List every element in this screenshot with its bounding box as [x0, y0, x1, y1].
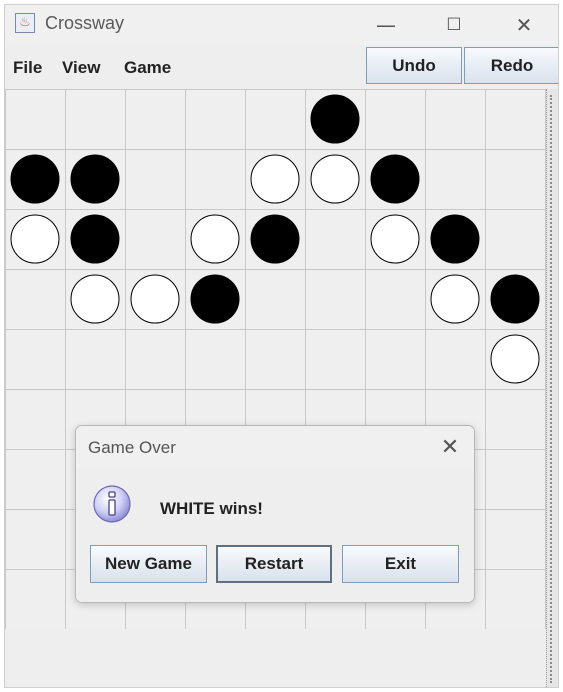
java-cup-icon: ♨	[15, 13, 35, 33]
black-stone	[310, 94, 360, 144]
black-stone	[430, 214, 480, 264]
black-stone	[70, 214, 120, 264]
title-bar[interactable]: ♨ Crossway — ☐ ✕	[5, 5, 558, 45]
white-stone	[250, 154, 300, 204]
window-title: Crossway	[45, 13, 125, 33]
menu-bar: File View Game Undo Redo	[5, 45, 558, 90]
white-stone	[10, 214, 60, 264]
black-stone	[70, 154, 120, 204]
dialog-message: WHITE wins!	[160, 499, 263, 518]
dialog-close-button[interactable]: ✕	[432, 432, 468, 464]
minimize-button[interactable]: —	[363, 7, 409, 43]
dialog-body: WHITE wins! New Game Restart Exit	[76, 470, 474, 602]
white-stone	[70, 274, 120, 324]
white-stone	[190, 214, 240, 264]
menu-file[interactable]: File	[13, 58, 42, 78]
black-stone	[190, 274, 240, 324]
white-stone	[370, 214, 420, 264]
new-game-button[interactable]: New Game	[90, 545, 207, 583]
menu-game[interactable]: Game	[124, 58, 171, 78]
white-stone	[490, 334, 540, 384]
white-stone	[310, 154, 360, 204]
undo-button[interactable]: Undo	[366, 47, 462, 84]
exit-button[interactable]: Exit	[342, 545, 459, 583]
redo-button[interactable]: Redo	[464, 47, 558, 84]
close-window-button[interactable]: ✕	[501, 7, 547, 43]
maximize-button[interactable]: ☐	[431, 7, 477, 43]
dialog-title-bar[interactable]: Game Over ✕	[76, 426, 474, 470]
black-stone	[10, 154, 60, 204]
black-stone	[490, 274, 540, 324]
game-over-dialog: Game Over ✕ WHITE wins! New Game Restart…	[75, 425, 475, 603]
status-bar	[5, 629, 546, 687]
black-stone	[250, 214, 300, 264]
dialog-title: Game Over	[88, 438, 176, 457]
vertical-scrollbar[interactable]	[546, 89, 558, 687]
menu-view[interactable]: View	[62, 58, 100, 78]
restart-button[interactable]: Restart	[216, 545, 332, 583]
info-icon	[93, 485, 131, 523]
scrollbar-thumb[interactable]	[550, 95, 556, 683]
black-stone	[370, 154, 420, 204]
white-stone	[130, 274, 180, 324]
white-stone	[430, 274, 480, 324]
